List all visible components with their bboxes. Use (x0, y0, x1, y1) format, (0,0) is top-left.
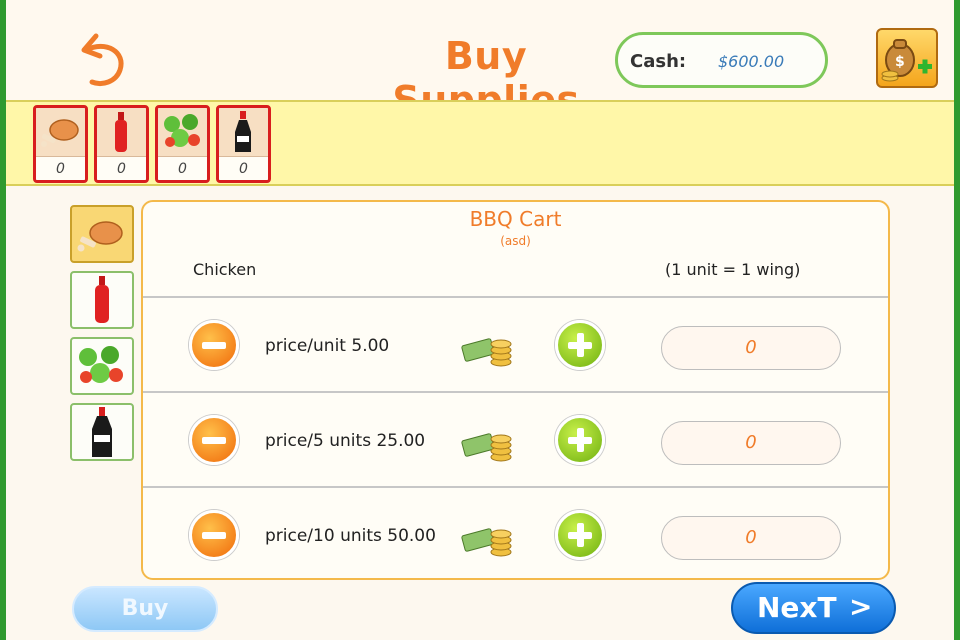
svg-text:$: $ (895, 54, 905, 70)
soy-sauce-bottle-icon (235, 111, 251, 152)
increase-button[interactable] (555, 415, 605, 465)
price-label: price/unit 5.00 (265, 336, 390, 356)
unit-note: (1 unit = 1 wing) (665, 260, 801, 279)
inventory-slot-soy-sauce: 0 (216, 105, 271, 183)
quantity-field[interactable]: 0 (661, 326, 841, 370)
panel-subtitle: (asd) (500, 234, 531, 248)
header-bar: Buy Supplies Cash: $600.00 $ (6, 0, 954, 122)
ketchup-bottle-icon (115, 112, 127, 152)
next-button[interactable]: NexT > (731, 582, 896, 634)
inventory-count-soy-sauce: 0 (219, 156, 268, 180)
money-stack-icon (461, 433, 512, 462)
salad-icon (79, 346, 123, 383)
inventory-slot-sauce: 0 (94, 105, 149, 183)
price-label: price/10 units 50.00 (265, 526, 436, 546)
money-stack-icon (461, 338, 512, 367)
soy-sauce-bottle-icon (92, 407, 112, 457)
tab-salad[interactable] (70, 337, 134, 395)
add-cash-button[interactable]: $ (876, 28, 938, 88)
panel-title: BBQ Cart (469, 207, 562, 231)
tab-chicken[interactable] (70, 205, 134, 263)
purchase-panel: BBQ Cart (asd) Chicken (1 unit = 1 wing)… (141, 200, 890, 580)
inventory-slot-chicken: 0 (33, 105, 88, 183)
inventory-count-chicken: 0 (36, 156, 85, 180)
right-frame-border (954, 0, 960, 640)
chicken-leg-icon (77, 221, 123, 252)
decrease-button[interactable] (189, 415, 239, 465)
price-row: price/unit 5.00 0 (143, 296, 888, 391)
ketchup-bottle-icon (95, 276, 109, 323)
cash-display: Cash: $600.00 (615, 32, 828, 88)
decrease-button[interactable] (189, 320, 239, 370)
cash-label: Cash: (630, 51, 687, 72)
cash-value: $600.00 (718, 52, 785, 71)
next-label: NexT (757, 591, 837, 624)
salad-icon (164, 114, 200, 147)
tab-soy-sauce[interactable] (70, 403, 134, 461)
money-bag-plus-icon: $ (881, 39, 932, 82)
price-row: price/10 units 50.00 0 (143, 486, 888, 578)
inventory-count-salad: 0 (158, 156, 207, 180)
inventory-count-sauce: 0 (97, 156, 146, 180)
decrease-button[interactable] (189, 510, 239, 560)
increase-button[interactable] (555, 510, 605, 560)
inventory-bar: 0 0 0 0 (6, 100, 954, 186)
back-arrow-icon[interactable] (76, 26, 132, 90)
chicken-leg-icon (41, 119, 79, 147)
price-label: price/5 units 25.00 (265, 431, 426, 451)
chevron-right-icon: > (849, 590, 873, 623)
inventory-slot-salad: 0 (155, 105, 210, 183)
quantity-field[interactable]: 0 (661, 516, 841, 560)
item-name: Chicken (193, 260, 257, 279)
money-stack-icon (461, 528, 512, 557)
price-row: price/5 units 25.00 0 (143, 391, 888, 486)
buy-button[interactable]: Buy (72, 586, 218, 632)
quantity-field[interactable]: 0 (661, 421, 841, 465)
increase-button[interactable] (555, 320, 605, 370)
tab-sauce[interactable] (70, 271, 134, 329)
